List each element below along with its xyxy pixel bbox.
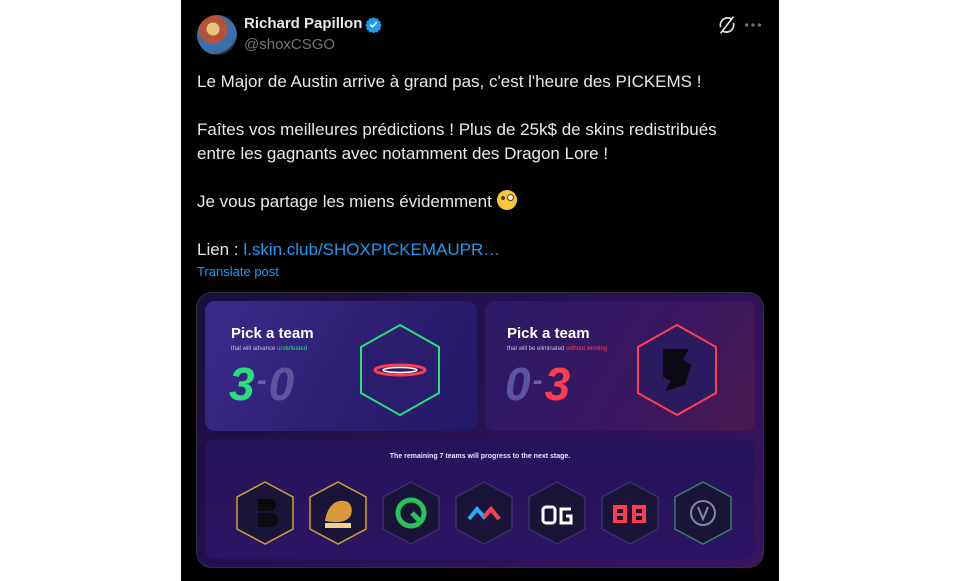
advance-undefeated-card: Pick a team that will advance undefeated… — [205, 301, 477, 431]
monte-logo-icon — [455, 481, 513, 545]
author-handle[interactable]: @shoxCSGO — [244, 36, 335, 53]
pick-team-subtitle: that will advance undefeated — [231, 346, 308, 352]
tweet-line: Faîtes vos meilleures prédictions ! Plus… — [197, 120, 717, 139]
tweet-link[interactable]: l.skin.club/SHOXPICKEMAUPR… — [243, 240, 500, 259]
face-with-monocle-emoji-icon — [496, 190, 517, 210]
author-display-name[interactable]: Richard Papillon — [244, 15, 362, 32]
grok-icon[interactable] — [716, 14, 738, 36]
imperial-logo-icon — [382, 481, 440, 545]
og-logo-icon — [528, 481, 586, 545]
remaining-teams-text: The remaining 7 teams will progress to t… — [389, 453, 571, 460]
eternal-fire-logo-icon — [674, 481, 732, 545]
team-logo-slot-advance-icon — [360, 323, 440, 417]
tweet-line: entre les gagnants avec notamment des Dr… — [197, 144, 609, 163]
more-options-icon[interactable] — [742, 14, 764, 36]
team-logo-slot-eliminate-icon — [637, 323, 717, 417]
author-avatar[interactable] — [197, 15, 237, 55]
score-3-0: 3-0 — [229, 358, 297, 410]
b8-logo-icon — [236, 481, 294, 545]
remaining-teams-panel: The remaining 7 teams will progress to t… — [205, 439, 755, 559]
translate-post-link[interactable]: Translate post — [197, 264, 279, 279]
link-prefix: Lien : — [197, 240, 244, 259]
tweet-line-text: Je vous partage les miens évidemment — [197, 192, 492, 211]
verified-badge-icon — [365, 17, 382, 33]
betboom-logo-icon — [601, 481, 659, 545]
pick-team-title: Pick a team — [231, 325, 314, 342]
pick-team-title: Pick a team — [507, 325, 590, 342]
eliminated-winless-card: Pick a team that will be eliminated with… — [485, 301, 755, 431]
lynn-vision-logo-icon — [309, 481, 367, 545]
pick-team-subtitle: that will be eliminated without winning — [507, 346, 608, 352]
tweet-media-image[interactable]: Pick a team that will advance undefeated… — [196, 292, 764, 568]
tweet-line: Le Major de Austin arrive à grand pas, c… — [197, 72, 702, 91]
tweet-text: Le Major de Austin arrive à grand pas, c… — [197, 70, 767, 262]
tweet-card: Richard Papillon @shoxCSGO Le Major de A… — [181, 0, 779, 581]
tweet-line: Je vous partage les miens évidemment — [197, 190, 767, 214]
score-0-3: 0-3 — [505, 358, 573, 410]
tweet-link-line: Lien : l.skin.club/SHOXPICKEMAUPR… — [197, 238, 767, 262]
